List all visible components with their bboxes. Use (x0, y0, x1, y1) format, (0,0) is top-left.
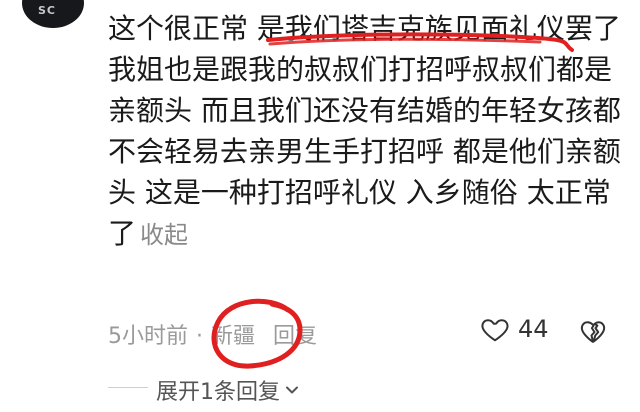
broken-heart-icon[interactable] (578, 316, 608, 346)
meta-separator: · (196, 324, 203, 349)
reply-button[interactable]: 回复 (273, 324, 317, 349)
comment-time: 5小时前 (108, 324, 188, 349)
expand-replies-button[interactable]: 展开1条回复 (156, 374, 300, 406)
comment-body: 这个很正常 是我们塔吉克族见面礼仪罢了我姐也是跟我的叔叔们打招呼叔叔们都是亲额头… (108, 8, 628, 256)
heart-icon (481, 319, 509, 342)
comment-text: 这个很正常 是我们塔吉克族见面礼仪罢了我姐也是跟我的叔叔们打招呼叔叔们都是亲额头… (108, 12, 621, 250)
comment-region: 新疆 (211, 324, 256, 349)
avatar[interactable]: SC (22, 0, 84, 28)
reply-divider (108, 387, 148, 388)
comment-meta: 5小时前 · 新疆 回复 (108, 318, 317, 350)
like-button[interactable]: 44 (480, 314, 549, 344)
chevron-down-icon (286, 386, 298, 394)
like-count: 44 (518, 315, 549, 343)
expand-replies-label: 展开1条回复 (156, 380, 280, 405)
collapse-link[interactable]: 收起 (140, 221, 188, 249)
avatar-text: SC (38, 4, 56, 17)
